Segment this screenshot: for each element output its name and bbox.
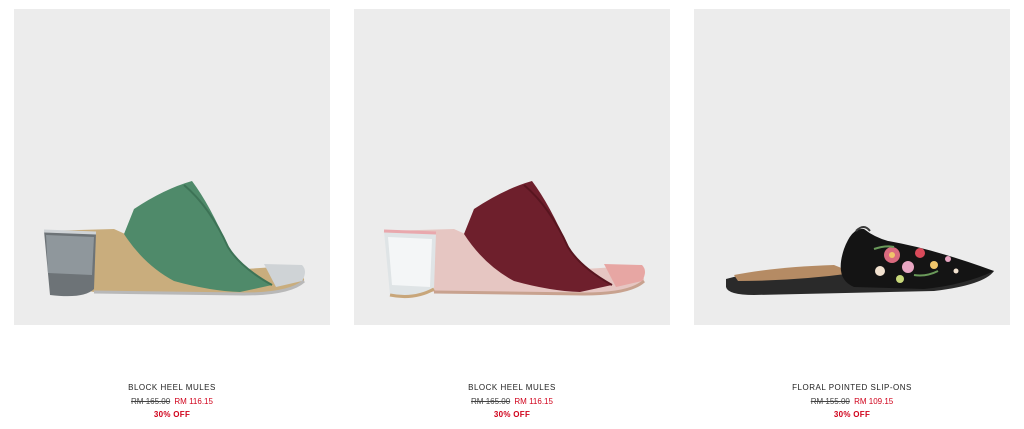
product-card[interactable]: BLOCK HEEL MULES RM 165.00 RM 116.15 30%… <box>354 9 670 419</box>
product-image[interactable] <box>14 9 330 325</box>
burgundy-mule-shoe-icon <box>383 181 646 298</box>
sale-price: RM 116.15 <box>174 397 213 406</box>
product-name[interactable]: BLOCK HEEL MULES <box>14 382 330 394</box>
product-image[interactable] <box>354 9 670 325</box>
product-card[interactable]: FLORAL POINTED SLIP-ONS RM 155.00 RM 109… <box>694 9 1010 419</box>
original-price: RM 165.00 <box>471 397 511 406</box>
discount-badge: 30% OFF <box>153 410 191 419</box>
price-row: RM 165.00 RM 116.15 <box>14 396 330 408</box>
original-price: RM 165.00 <box>131 397 171 406</box>
product-name[interactable]: FLORAL POINTED SLIP-ONS <box>694 382 1010 394</box>
product-image[interactable] <box>694 9 1010 325</box>
product-card[interactable]: BLOCK HEEL MULES RM 165.00 RM 116.15 30%… <box>14 9 330 419</box>
price-row: RM 165.00 RM 116.15 <box>354 396 670 408</box>
price-row: RM 155.00 RM 109.15 <box>694 396 1010 408</box>
discount-badge: 30% OFF <box>493 410 531 419</box>
sale-price: RM 109.15 <box>854 397 894 406</box>
product-name[interactable]: BLOCK HEEL MULES <box>354 382 670 394</box>
original-price: RM 155.00 <box>810 397 850 406</box>
discount-badge: 30% OFF <box>833 410 871 419</box>
green-mule-shoe-icon <box>43 181 306 297</box>
sale-price: RM 116.15 <box>514 397 553 406</box>
floral-slip-on-shoe-icon <box>726 226 994 295</box>
